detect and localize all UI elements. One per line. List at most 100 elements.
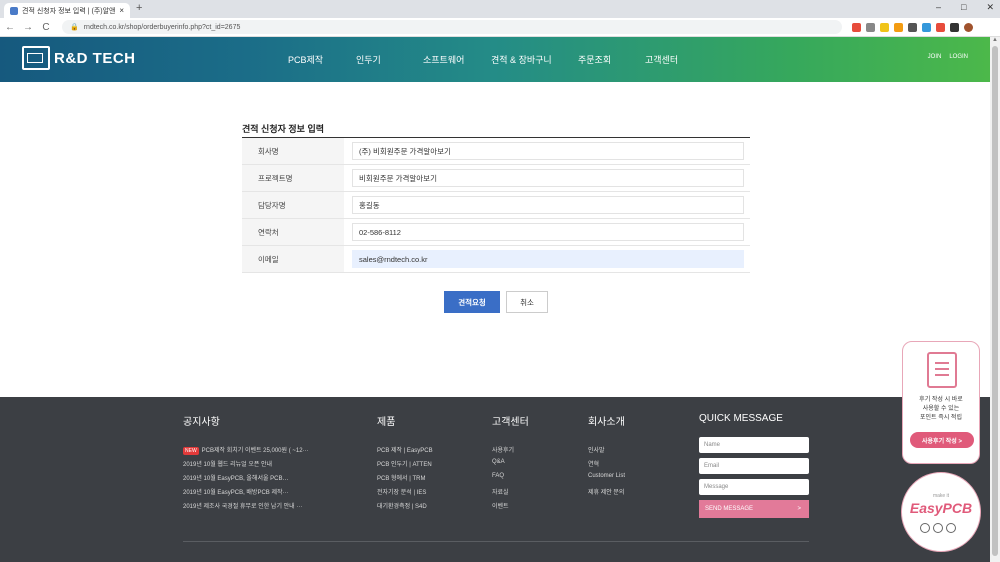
- forward-icon[interactable]: →: [20, 22, 36, 33]
- message-input[interactable]: Message: [699, 479, 809, 495]
- avatar[interactable]: [964, 22, 973, 32]
- notebook-pen-icon: [927, 352, 957, 388]
- site-logo[interactable]: R&D TECH: [22, 46, 136, 70]
- quick-message: QUICK MESSAGE Name Email Message SEND ME…: [699, 413, 809, 518]
- notice-item[interactable]: 2019년 10월 EasyPCB, 올해서울 PCB…: [183, 473, 309, 487]
- support-link[interactable]: 사용후기: [492, 445, 529, 459]
- product-link[interactable]: 대기환경측정 | S4D: [377, 501, 433, 515]
- product-link[interactable]: PCB 제작 | EasyPCB: [377, 445, 433, 459]
- login-link[interactable]: LOGIN: [949, 54, 968, 60]
- request-quote-button[interactable]: 견적요청: [444, 291, 500, 313]
- footer-company: 회사소개 인사말 연혁 Customer List 제휴 제안 문의: [588, 413, 625, 501]
- nav-order-lookup[interactable]: 주문조회: [578, 53, 611, 66]
- support-link[interactable]: Q&A: [492, 459, 529, 473]
- support-link[interactable]: FAQ: [492, 473, 529, 487]
- window-close-button[interactable]: ✕: [986, 2, 994, 13]
- footer-divider: [183, 541, 809, 542]
- star-icon[interactable]: [880, 22, 889, 32]
- browser-tabbar: 견적 신청자 정보 입력 | (주)알앤... × + – □ ✕: [0, 0, 1000, 18]
- notice-title: 공지사항: [183, 417, 220, 428]
- extension-icon[interactable]: [950, 22, 959, 32]
- company-title: 회사소개: [588, 417, 625, 428]
- notice-text: PCB제작 회치기 이벤트 25,000원 ( ~12···: [201, 448, 309, 454]
- address-bar: ← → C 🔒 rndtech.co.kr/shop/orderbuyerinfo…: [0, 18, 1000, 37]
- company-link[interactable]: 인사말: [588, 445, 625, 459]
- extension-icon[interactable]: [936, 22, 945, 32]
- scroll-up-icon[interactable]: ▲: [992, 37, 998, 43]
- email-input[interactable]: Email: [699, 458, 809, 474]
- page-title: 견적 신청자 정보 입력: [242, 124, 325, 134]
- easypcb-logo: EasyPCB: [909, 500, 973, 516]
- extension-icons: [852, 22, 973, 32]
- manager-field[interactable]: 홍길동: [352, 196, 744, 214]
- support-title: 고객센터: [492, 417, 529, 428]
- window-controls: – □ ✕: [936, 2, 994, 13]
- notice-item[interactable]: 2019년 10월 EasyPCB, 배방PCB 제작···: [183, 487, 309, 501]
- name-input[interactable]: Name: [699, 437, 809, 453]
- review-banner[interactable]: 후기 작성 시 바로 사용할 수 있는 포인트 즉시 적립 사용후기 작성 >: [902, 341, 980, 464]
- scroll-thumb[interactable]: [992, 46, 998, 556]
- cancel-button[interactable]: 취소: [506, 291, 548, 313]
- extension-icon[interactable]: [908, 22, 917, 32]
- new-badge: NEW: [183, 447, 199, 455]
- key-icon[interactable]: [866, 22, 875, 32]
- send-message-button[interactable]: SEND MESSAGE >: [699, 500, 809, 518]
- company-field[interactable]: (주) 비회원주문 가격알아보기: [352, 142, 744, 160]
- form-row: 회사명 (주) 비회원주문 가격알아보기: [242, 138, 750, 165]
- extension-icon[interactable]: [894, 22, 903, 32]
- company-label: 회사명: [242, 138, 344, 164]
- url-field[interactable]: 🔒 rndtech.co.kr/shop/orderbuyerinfo.php?c…: [62, 20, 842, 34]
- reload-icon[interactable]: C: [38, 22, 54, 33]
- nav-quote-cart[interactable]: 견적 & 장바구니: [491, 53, 552, 66]
- site-footer: 공지사항 NEW PCB제작 회치기 이벤트 25,000원 ( ~12··· 2…: [0, 397, 990, 562]
- company-link[interactable]: 제휴 제안 문의: [588, 487, 625, 501]
- notice-item[interactable]: 2019년 제조사 국경절 휴무로 인한 납기 안내 ···: [183, 501, 309, 515]
- arrow-icon: >: [797, 506, 801, 512]
- notice-item[interactable]: NEW PCB제작 회치기 이벤트 25,000원 ( ~12···: [183, 445, 309, 459]
- product-link[interactable]: PCB 형에서 | TRM: [377, 473, 433, 487]
- support-link[interactable]: 자료실: [492, 487, 529, 501]
- products-title: 제품: [377, 417, 396, 428]
- nav-software[interactable]: 소프트웨어: [423, 53, 464, 66]
- email-label: 이메일: [242, 246, 344, 272]
- form-row: 이메일 sales@rndtech.co.kr: [242, 246, 750, 273]
- lock-icon: 🔒: [70, 24, 79, 31]
- email-field[interactable]: sales@rndtech.co.kr: [352, 250, 744, 268]
- phone-label: 연락처: [242, 219, 344, 245]
- write-review-button[interactable]: 사용후기 작성 >: [910, 432, 974, 448]
- support-link[interactable]: 이벤트: [492, 501, 529, 515]
- extension-icon[interactable]: [852, 22, 861, 32]
- tab-close-icon[interactable]: ×: [119, 6, 124, 15]
- form-row: 연락처 02-586-8112: [242, 219, 750, 246]
- nav-support[interactable]: 고객센터: [645, 53, 678, 66]
- tab-title: 견적 신청자 정보 입력 | (주)알앤...: [22, 7, 116, 15]
- phone-field[interactable]: 02-586-8112: [352, 223, 744, 241]
- product-link[interactable]: PCB 인두기 | ATTEN: [377, 459, 433, 473]
- join-link[interactable]: JOIN: [928, 54, 942, 60]
- minimize-button[interactable]: –: [936, 2, 941, 13]
- notice-item[interactable]: 2019년 10월 웹드 리뉴얼 오픈 안내: [183, 459, 309, 473]
- manager-label: 담당자명: [242, 192, 344, 218]
- product-link[interactable]: 전자기장 분석 | IES: [377, 487, 433, 501]
- util-links: JOIN LOGIN: [928, 54, 968, 60]
- easypcb-badge[interactable]: make it EasyPCB: [901, 472, 981, 552]
- project-field[interactable]: 비회원주문 가격알아보기: [352, 169, 744, 187]
- company-link[interactable]: Customer List: [588, 473, 625, 487]
- new-tab-button[interactable]: +: [136, 2, 142, 14]
- company-link[interactable]: 연혁: [588, 459, 625, 473]
- form-row: 프로젝트명 비회원주문 가격알아보기: [242, 165, 750, 192]
- extension-icon[interactable]: [922, 22, 931, 32]
- browser-tab[interactable]: 견적 신청자 정보 입력 | (주)알앤... ×: [4, 3, 130, 18]
- back-icon[interactable]: ←: [2, 22, 18, 33]
- footer-notice: 공지사항 NEW PCB제작 회치기 이벤트 25,000원 ( ~12··· 2…: [183, 413, 309, 515]
- nav-pcb[interactable]: PCB제작: [288, 53, 323, 66]
- iso-icon: [946, 523, 956, 533]
- scrollbar[interactable]: ▲: [990, 37, 1000, 562]
- logo-text: R&D TECH: [54, 49, 136, 67]
- site-header: R&D TECH PCB제작 인두기 소프트웨어 견적 & 장바구니 주문조회 …: [0, 37, 990, 82]
- nav-soldering[interactable]: 인두기: [356, 53, 381, 66]
- footer-support: 고객센터 사용후기 Q&A FAQ 자료실 이벤트: [492, 413, 529, 515]
- maximize-button[interactable]: □: [961, 2, 966, 13]
- favicon-icon: [10, 6, 18, 15]
- make-it-text: make it: [932, 493, 950, 499]
